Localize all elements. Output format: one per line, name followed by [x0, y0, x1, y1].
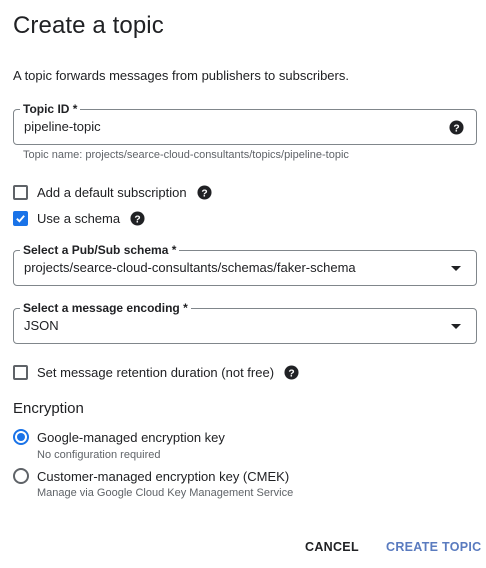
topic-id-field[interactable]: Topic ID * pipeline-topic ?	[13, 102, 477, 145]
svg-text:?: ?	[288, 368, 294, 379]
chevron-down-icon[interactable]	[451, 324, 461, 329]
svg-text:?: ?	[453, 123, 459, 134]
schema-select-value: projects/searce-cloud-consultants/schema…	[24, 260, 356, 275]
google-managed-key-radio[interactable]	[13, 429, 29, 445]
chevron-down-icon[interactable]	[451, 266, 461, 271]
help-icon[interactable]: ?	[449, 120, 464, 135]
default-subscription-option[interactable]: Add a default subscription ?	[13, 183, 212, 201]
retention-checkbox[interactable]	[13, 364, 28, 380]
topic-name-hint: Topic name: projects/searce-cloud-consul…	[23, 149, 349, 161]
encoding-select[interactable]: Select a message encoding * JSON	[13, 301, 477, 344]
help-icon[interactable]: ?	[130, 210, 145, 226]
default-subscription-label: Add a default subscription	[37, 184, 187, 200]
encryption-heading: Encryption	[13, 400, 84, 417]
use-schema-option[interactable]: Use a schema ?	[13, 209, 145, 227]
topic-id-label: Topic ID *	[20, 102, 81, 116]
topic-id-value[interactable]: pipeline-topic	[24, 119, 101, 134]
help-icon[interactable]: ?	[197, 184, 212, 200]
google-managed-key-option[interactable]: Google-managed encryption key	[13, 429, 225, 445]
svg-text:?: ?	[134, 214, 140, 225]
google-managed-key-description: No configuration required	[37, 449, 161, 461]
retention-label: Set message retention duration (not free…	[37, 364, 275, 380]
customer-managed-key-option[interactable]: Customer-managed encryption key (CMEK)	[13, 468, 289, 484]
create-topic-button[interactable]: CREATE TOPIC	[386, 540, 482, 554]
encoding-select-value: JSON	[24, 318, 59, 333]
google-managed-key-label: Google-managed encryption key	[37, 429, 225, 445]
use-schema-label: Use a schema	[37, 210, 121, 226]
schema-select-label: Select a Pub/Sub schema *	[20, 243, 180, 257]
help-icon[interactable]: ?	[284, 364, 299, 380]
use-schema-checkbox[interactable]	[13, 210, 28, 226]
svg-text:?: ?	[201, 188, 207, 199]
default-subscription-checkbox[interactable]	[13, 184, 28, 200]
check-icon	[16, 214, 25, 223]
schema-select[interactable]: Select a Pub/Sub schema * projects/searc…	[13, 243, 477, 286]
page-description: A topic forwards messages from publisher…	[13, 68, 349, 83]
retention-option[interactable]: Set message retention duration (not free…	[13, 363, 299, 381]
page-title: Create a topic	[13, 12, 164, 39]
encoding-select-label: Select a message encoding *	[20, 301, 191, 315]
customer-managed-key-description: Manage via Google Cloud Key Management S…	[37, 487, 294, 499]
customer-managed-key-radio[interactable]	[13, 468, 29, 484]
customer-managed-key-label: Customer-managed encryption key (CMEK)	[37, 468, 290, 484]
cancel-button[interactable]: CANCEL	[305, 540, 359, 554]
